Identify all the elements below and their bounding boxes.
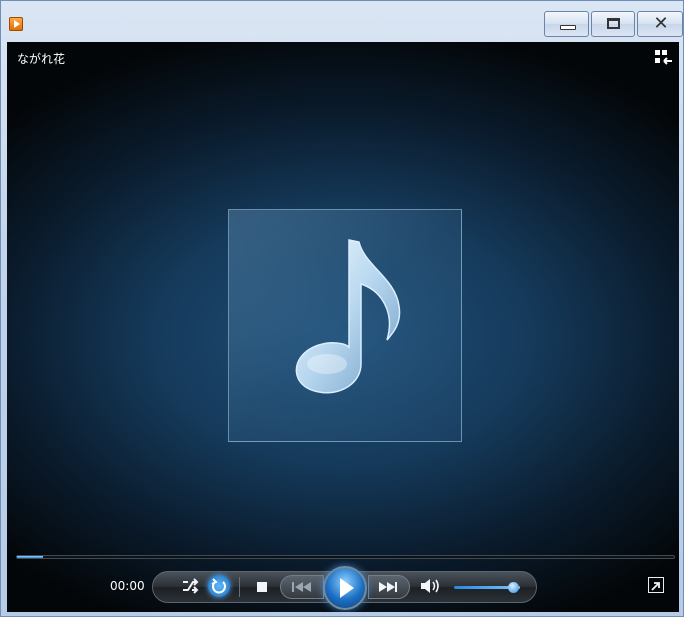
previous-icon: [292, 582, 311, 592]
next-button[interactable]: [368, 575, 410, 599]
media-player-window: ✕ ながれ花 00:00: [0, 0, 684, 617]
play-icon: [340, 578, 354, 598]
close-button[interactable]: ✕: [637, 11, 683, 37]
title-bar[interactable]: ✕: [1, 1, 683, 41]
close-icon: ✕: [653, 13, 669, 34]
maximize-button[interactable]: [591, 11, 635, 37]
media-player-icon[interactable]: [9, 17, 23, 31]
switch-to-library-icon[interactable]: [655, 50, 673, 66]
minimize-icon: [560, 25, 576, 30]
volume-slider[interactable]: [454, 582, 520, 593]
play-button[interactable]: [323, 566, 367, 610]
maximize-icon: [607, 18, 620, 29]
seek-bar[interactable]: [16, 555, 675, 559]
repeat-icon: [211, 578, 226, 594]
control-divider: [239, 577, 240, 597]
mute-icon[interactable]: [419, 576, 441, 596]
album-art: [228, 209, 462, 442]
elapsed-time: 00:00: [110, 579, 145, 593]
next-icon: [379, 582, 397, 592]
track-title: ながれ花: [17, 52, 66, 66]
music-note-icon: [295, 239, 401, 394]
previous-button[interactable]: [280, 575, 324, 599]
stop-icon[interactable]: [253, 578, 271, 596]
now-playing-view[interactable]: ながれ花 00:00: [7, 42, 679, 612]
repeat-button[interactable]: [208, 575, 230, 597]
expand-arrow-icon: [651, 582, 660, 591]
shuffle-icon[interactable]: [180, 576, 200, 596]
fullscreen-icon[interactable]: [648, 577, 664, 593]
minimize-button[interactable]: [544, 11, 589, 37]
transport-controls: 00:00: [7, 563, 679, 612]
seek-progress[interactable]: [17, 556, 44, 558]
